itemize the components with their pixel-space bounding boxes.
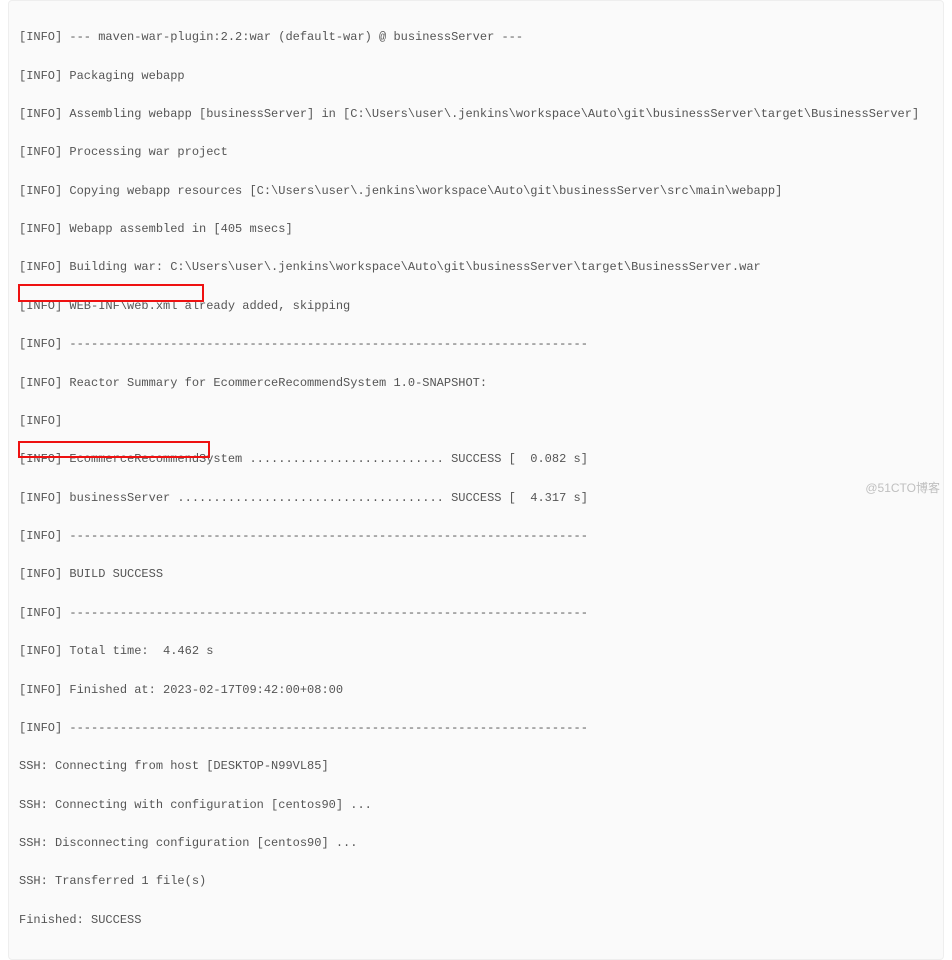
log-line: [INFO] WEB-INF\web.xml already added, sk… [19,297,933,316]
log-line: SSH: Disconnecting configuration [centos… [19,834,933,853]
log-line: [INFO] Total time: 4.462 s [19,642,933,661]
log-line: [INFO] Packaging webapp [19,67,933,86]
log-line: [INFO] Copying webapp resources [C:\User… [19,182,933,201]
console-output: [INFO] --- maven-war-plugin:2.2:war (def… [8,0,944,960]
log-line: [INFO] Webapp assembled in [405 msecs] [19,220,933,239]
log-line: [INFO] EcommerceRecommendSystem ........… [19,450,933,469]
log-line-ssh-transferred: SSH: Transferred 1 file(s) [19,872,933,891]
log-line: [INFO] [19,412,933,431]
log-line: [INFO] --- maven-war-plugin:2.2:war (def… [19,28,933,47]
log-line: [INFO] Processing war project [19,143,933,162]
log-line: [INFO] Building war: C:\Users\user\.jenk… [19,258,933,277]
log-line: [INFO] Assembling webapp [businessServer… [19,105,933,124]
log-line: [INFO] ---------------------------------… [19,604,933,623]
log-line: Finished: SUCCESS [19,911,933,930]
log-line-build-success: [INFO] BUILD SUCCESS [19,565,933,584]
log-line: SSH: Connecting with configuration [cent… [19,796,933,815]
log-line: [INFO] Finished at: 2023-02-17T09:42:00+… [19,681,933,700]
log-line: [INFO] ---------------------------------… [19,335,933,354]
log-line: [INFO] Reactor Summary for EcommerceReco… [19,374,933,393]
log-line: [INFO] businessServer ..................… [19,489,933,508]
log-line: [INFO] ---------------------------------… [19,719,933,738]
log-line: [INFO] ---------------------------------… [19,527,933,546]
log-line: SSH: Connecting from host [DESKTOP-N99VL… [19,757,933,776]
